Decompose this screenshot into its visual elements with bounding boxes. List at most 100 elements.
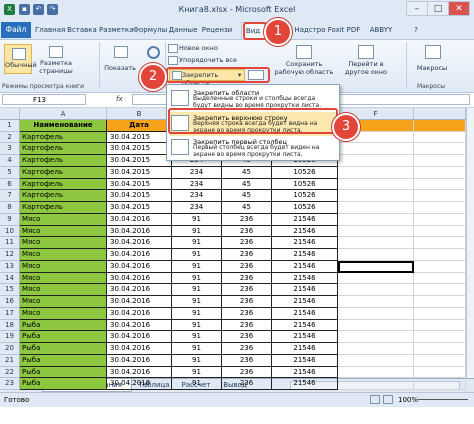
table-cell[interactable]: 91 [172,225,222,238]
new-window-button[interactable]: Новое окно [168,43,248,53]
table-cell[interactable]: 21546 [272,319,338,332]
table-cell[interactable]: 45 [222,202,272,214]
table-cell[interactable]: 91 [172,296,222,308]
table-cell[interactable] [338,319,414,332]
table-cell[interactable]: Картофель [20,166,107,179]
table-cell[interactable]: 236 [222,249,272,261]
table-cell[interactable]: 30.04.2016 [107,378,172,390]
row-header[interactable]: 3 [0,143,20,156]
table-cell[interactable] [338,202,414,214]
macros-button[interactable]: Макросы [412,44,452,78]
table-cell[interactable]: 21546 [272,213,338,226]
table-cell[interactable]: 21546 [272,237,338,250]
table-cell[interactable]: 45 [222,190,272,203]
table-cell[interactable]: Картофель [20,143,107,156]
table-cell[interactable]: 30.04.2015 [107,178,172,191]
table-cell[interactable]: 21546 [272,307,338,320]
table-cell[interactable]: 30.04.2016 [107,284,172,297]
tab-page-layout[interactable]: Разметка [99,23,133,37]
table-cell[interactable] [414,331,466,344]
table-cell[interactable] [338,307,414,320]
table-cell[interactable]: 234 [172,202,222,214]
table-cell[interactable]: 30.04.2015 [107,143,172,156]
row-header[interactable]: 12 [0,249,20,261]
table-cell[interactable]: 91 [172,260,222,273]
table-cell[interactable]: Картофель [20,202,107,214]
table-cell[interactable]: 91 [172,249,222,261]
table-cell[interactable]: 30.04.2016 [107,272,172,285]
table-cell[interactable] [338,237,414,250]
table-cell[interactable]: Рыба [20,319,107,332]
table-cell[interactable]: 236 [222,272,272,285]
header-cell[interactable]: Наименование [20,120,107,132]
table-cell[interactable] [414,260,466,273]
table-cell[interactable]: Рыба [20,354,107,367]
table-cell[interactable] [338,378,414,390]
zoom-slider[interactable] [418,399,468,400]
table-cell[interactable]: 10526 [272,166,338,179]
row-header[interactable]: 21 [0,354,20,367]
table-cell[interactable]: 30.04.2015 [107,190,172,203]
table-cell[interactable] [414,202,466,214]
table-cell[interactable] [338,178,414,191]
table-cell[interactable]: 236 [222,354,272,367]
tab-file[interactable]: Файл [1,22,31,38]
tab-foxit-pdf[interactable]: Foxit PDF [327,23,361,37]
table-cell[interactable]: 30.04.2016 [107,331,172,344]
help-icon[interactable]: ? [410,23,422,37]
table-cell[interactable]: 236 [222,319,272,332]
table-cell[interactable] [338,343,414,355]
table-cell[interactable]: Картофель [20,131,107,144]
table-cell[interactable]: 21546 [272,249,338,261]
table-cell[interactable]: 21546 [272,366,338,379]
table-cell[interactable]: 30.04.2016 [107,213,172,226]
table-cell[interactable] [338,213,414,226]
table-cell[interactable]: 236 [222,225,272,238]
row-header[interactable]: 14 [0,272,20,285]
table-cell[interactable]: Рыба [20,343,107,355]
table-cell[interactable]: Мясо [20,237,107,250]
table-cell[interactable] [338,155,414,167]
table-cell[interactable]: 91 [172,354,222,367]
table-cell[interactable]: 30.04.2016 [107,366,172,379]
table-cell[interactable]: 45 [222,178,272,191]
table-cell[interactable] [414,178,466,191]
table-cell[interactable]: 236 [222,284,272,297]
table-cell[interactable]: 30.04.2016 [107,260,172,273]
view-layout-icon[interactable] [383,395,393,404]
table-cell[interactable]: 91 [172,272,222,285]
table-cell[interactable] [338,190,414,203]
table-cell[interactable]: Мясо [20,307,107,320]
tab-data[interactable]: Данные [167,23,199,37]
show-button[interactable]: Показать [102,44,138,78]
row-header[interactable]: 8 [0,202,20,214]
column-header-a[interactable]: A [20,108,107,120]
tab-formulas[interactable]: Формулы [133,23,167,37]
table-cell[interactable] [414,155,466,167]
table-cell[interactable]: 21546 [272,343,338,355]
close-button[interactable]: ✕ [448,1,470,16]
table-cell[interactable] [414,378,466,390]
table-cell[interactable] [338,296,414,308]
table-cell[interactable]: Картофель [20,155,107,167]
table-cell[interactable]: 91 [172,319,222,332]
row-header[interactable]: 9 [0,213,20,226]
table-cell[interactable]: 30.04.2016 [107,307,172,320]
table-cell[interactable] [414,143,466,156]
column-header-g[interactable] [414,108,466,120]
table-cell[interactable]: 236 [222,343,272,355]
table-cell[interactable] [338,331,414,344]
table-cell[interactable]: 30.04.2016 [107,237,172,250]
save-workspace-button[interactable]: Сохранить рабочую область [272,44,336,78]
table-cell[interactable]: Мясо [20,225,107,238]
row-header[interactable]: 17 [0,307,20,320]
table-cell[interactable]: 10526 [272,178,338,191]
table-cell[interactable]: Мясо [20,213,107,226]
view-normal-icon[interactable] [370,395,380,404]
table-cell[interactable]: 21546 [272,296,338,308]
row-header[interactable]: 6 [0,178,20,191]
table-cell[interactable]: 234 [172,190,222,203]
row-header[interactable]: 4 [0,155,20,167]
tab-insert[interactable]: Вставка [67,23,97,37]
table-cell[interactable]: 45 [222,166,272,179]
